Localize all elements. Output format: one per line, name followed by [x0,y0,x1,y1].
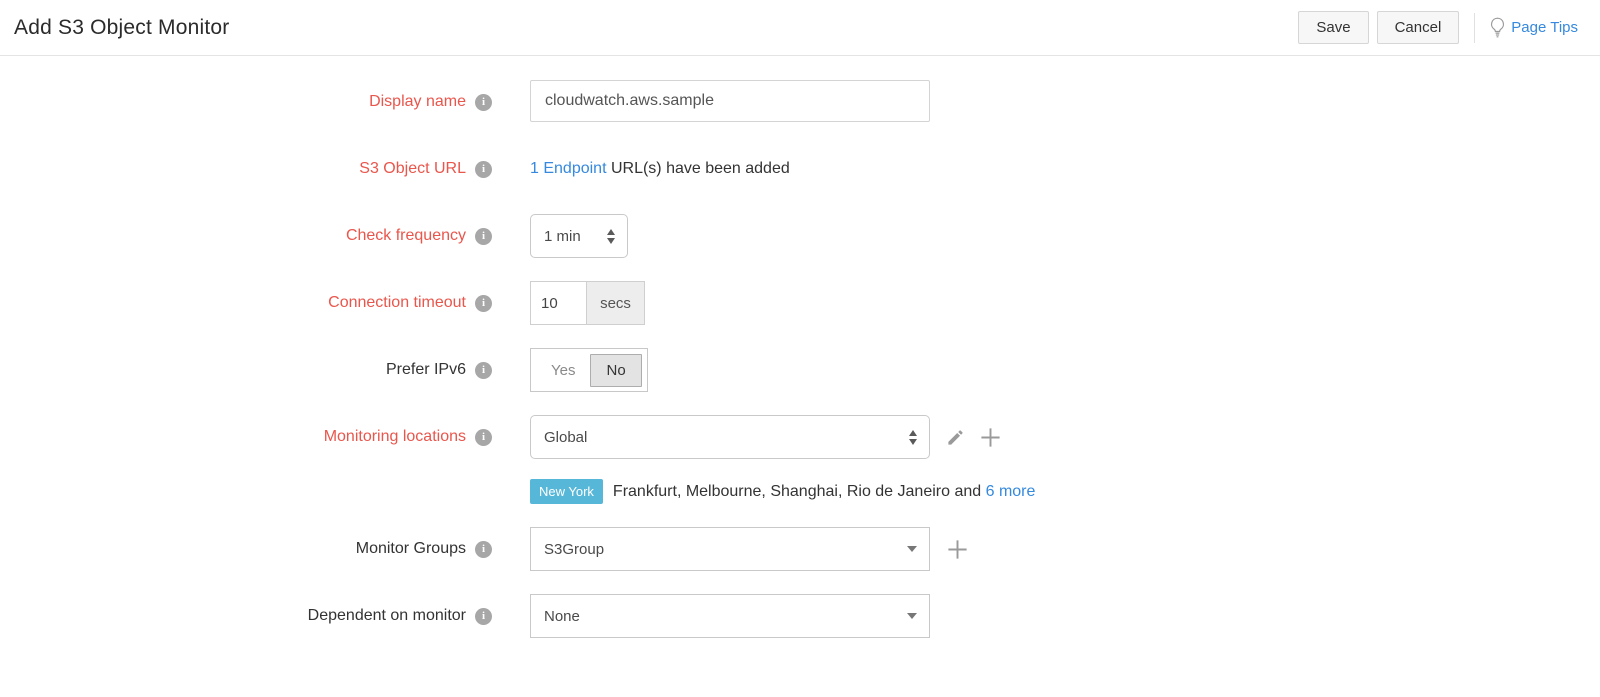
dependent-on-monitor-row: Dependent on monitor i None [0,594,1600,638]
add-monitor-group-button[interactable] [946,538,969,561]
chevron-down-icon [907,546,917,552]
display-name-row: Display name i [0,80,1600,124]
info-icon[interactable]: i [475,540,492,558]
endpoint-status-rest: URL(s) have been added [606,160,790,177]
cancel-button[interactable]: Cancel [1376,11,1460,44]
monitor-groups-select[interactable]: S3Group [530,527,930,571]
more-locations-link[interactable]: 6 more [986,483,1036,500]
other-locations-text: Frankfurt, Melbourne, Shanghai, Rio de J… [612,482,1036,500]
up-down-arrows-icon [607,228,615,244]
endpoint-status-text: 1 Endpoint URL(s) have been added [530,147,790,191]
monitoring-locations-value: Global [544,428,588,446]
info-icon[interactable]: i [475,361,492,379]
plus-icon [979,426,1002,449]
page-tips-label: Page Tips [1511,19,1578,36]
page-title: Add S3 Object Monitor [14,15,230,39]
connection-timeout-label: Connection timeout [328,294,466,311]
monitoring-locations-label: Monitoring locations [323,428,466,445]
prefer-ipv6-yes-option[interactable]: Yes [536,355,590,386]
monitor-groups-value: S3Group [544,540,605,558]
display-name-input[interactable] [530,80,930,122]
monitoring-locations-row: Monitoring locations i Global New York F… [0,415,1600,504]
prefer-ipv6-no-option[interactable]: No [590,353,642,387]
prefer-ipv6-label: Prefer IPv6 [385,361,466,378]
info-icon[interactable]: i [475,428,492,446]
dependent-on-monitor-label: Dependent on monitor [307,607,466,624]
timeout-unit-addon: secs [587,281,645,325]
page-tips-link[interactable]: Page Tips [1490,17,1578,38]
s3-object-url-row: S3 Object URL i 1 Endpoint URL(s) have b… [0,147,1600,191]
add-location-button[interactable] [979,426,1002,449]
up-down-arrows-icon [909,429,917,445]
plus-icon [946,538,969,561]
page-header: Add S3 Object Monitor Save Cancel Page T… [0,0,1600,56]
location-chip-new-york: New York [530,479,603,504]
header-divider [1474,12,1476,43]
info-icon[interactable]: i [475,160,492,178]
add-monitor-form: Display name i S3 Object URL i 1 Endpoin… [0,56,1600,638]
prefer-ipv6-row: Prefer IPv6 i Yes No [0,348,1600,392]
info-icon[interactable]: i [475,607,492,625]
monitor-groups-row: Monitor Groups i S3Group [0,527,1600,571]
info-icon[interactable]: i [475,294,492,312]
connection-timeout-input[interactable] [530,281,587,325]
connection-timeout-row: Connection timeout i secs [0,281,1600,325]
check-frequency-row: Check frequency i 1 min [0,214,1600,258]
monitoring-locations-select[interactable]: Global [530,415,930,459]
info-icon[interactable]: i [475,93,492,111]
pencil-icon [946,428,965,447]
endpoint-count-link[interactable]: 1 Endpoint [530,160,607,177]
check-frequency-select[interactable]: 1 min [530,214,628,258]
check-frequency-label: Check frequency [345,227,466,244]
monitor-groups-label: Monitor Groups [355,540,466,557]
edit-locations-button[interactable] [946,428,965,447]
display-name-label: Display name [369,93,466,110]
prefer-ipv6-toggle: Yes No [530,348,648,392]
s3-object-url-label: S3 Object URL [359,160,466,177]
lightbulb-icon [1490,17,1505,38]
dependent-on-monitor-select[interactable]: None [530,594,930,638]
dependent-on-monitor-value: None [544,607,580,625]
check-frequency-value: 1 min [544,227,581,245]
save-button[interactable]: Save [1298,11,1369,44]
info-icon[interactable]: i [475,227,492,245]
chevron-down-icon [907,613,917,619]
